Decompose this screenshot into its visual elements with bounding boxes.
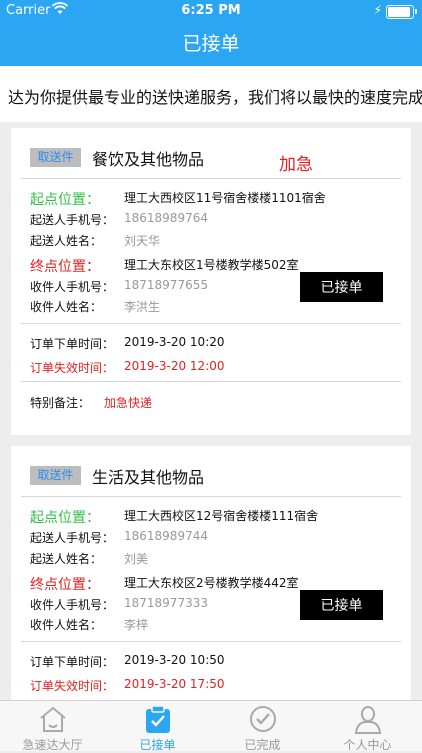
order-time: 2019-3-20 10:50	[124, 653, 225, 667]
remark-text: 加急快递	[104, 396, 153, 410]
clipboard-icon	[146, 705, 170, 733]
tab-profile[interactable]: 个人中心	[315, 701, 420, 752]
receiver-name: 李洪生	[124, 300, 161, 314]
order-card: 取送件 生活及其他物品 起点位置： 理工大西校区12号宿舍楼楼111宿舍 起送人…	[11, 446, 411, 700]
order-card: 取送件 餐饮及其他物品 加急 起点位置： 理工大西校区11号宿舍楼楼1101宿舍…	[11, 128, 411, 435]
order-time: 2019-3-20 10:20	[124, 335, 225, 349]
sender-phone: 18618989744	[124, 529, 208, 543]
receiver-name-row: 收件人姓名： 李梓	[30, 618, 149, 632]
charging-icon: ⚡	[373, 3, 382, 17]
receiver-name: 李梓	[124, 618, 149, 632]
sender-phone: 18618989764	[124, 211, 208, 225]
end-location-row: 终点位置： 理工大东校区2号楼教学楼442室	[30, 576, 299, 593]
tab-hall[interactable]: 急速达大厅	[0, 701, 105, 752]
sender-name-row: 起送人姓名： 刘美	[30, 552, 149, 566]
order-category: 生活及其他物品	[92, 468, 205, 487]
order-type-tag: 取送件	[30, 148, 81, 167]
receiver-phone: 18718977333	[124, 596, 208, 610]
order-category: 餐饮及其他物品	[92, 150, 205, 169]
sender-phone-row: 起送人手机号： 18618989744	[30, 529, 208, 545]
receiver-phone-row: 收件人手机号： 18718977655	[30, 278, 208, 294]
sender-name: 刘天华	[124, 234, 161, 248]
start-location-row: 起点位置： 理工大西校区11号宿舍楼楼1101宿舍	[30, 191, 326, 208]
announcement-banner: 达为你提供最专业的送快递服务，我们将以最快的速度完成	[0, 66, 422, 122]
check-circle-icon	[250, 706, 276, 732]
tab-completed[interactable]: 已完成	[210, 701, 315, 752]
divider	[21, 381, 401, 382]
expire-time: 2019-3-20 17:50	[124, 677, 225, 691]
announcement-text: 达为你提供最专业的送快递服务，我们将以最快的速度完成	[8, 88, 422, 107]
expire-time-row: 订单失效时间： 2019-3-20 17:50	[30, 677, 225, 693]
urgent-badge: 加急	[279, 155, 313, 175]
expire-time: 2019-3-20 12:00	[124, 359, 225, 373]
sender-name: 刘美	[124, 552, 149, 566]
battery-icon	[386, 5, 417, 19]
tab-accepted[interactable]: 已接单	[105, 701, 210, 752]
accepted-button[interactable]: 已接单	[300, 590, 383, 620]
tab-bar: 急速达大厅 已接单 已完成 个人中心	[0, 700, 422, 752]
start-location-row: 起点位置： 理工大西校区12号宿舍楼楼111宿舍	[30, 509, 319, 526]
page-title: 已接单	[0, 22, 422, 66]
expire-time-row: 订单失效时间： 2019-3-20 12:00	[30, 359, 225, 375]
receiver-name-row: 收件人姓名： 李洪生	[30, 300, 161, 314]
person-icon	[354, 706, 382, 734]
accepted-button[interactable]: 已接单	[300, 272, 383, 302]
clock: 6:25 PM	[181, 3, 241, 18]
sender-phone-row: 起送人手机号： 18618989764	[30, 211, 208, 227]
order-type-tag: 取送件	[30, 466, 81, 485]
status-bar: Carrier 6:25 PM ⚡	[0, 0, 422, 22]
receiver-phone-row: 收件人手机号： 18718977333	[30, 596, 208, 612]
order-time-row: 订单下单时间： 2019-3-20 10:20	[30, 335, 225, 351]
order-card-header: 取送件 餐饮及其他物品 加急	[21, 128, 401, 179]
end-location-row: 终点位置： 理工大东校区1号楼教学楼502室	[30, 258, 299, 275]
sender-name-row: 起送人姓名： 刘天华	[30, 234, 161, 248]
order-time-row: 订单下单时间： 2019-3-20 10:50	[30, 653, 225, 669]
divider	[21, 323, 401, 324]
order-card-header: 取送件 生活及其他物品	[21, 446, 401, 497]
remark-row: 特别备注： 加急快递	[30, 396, 153, 410]
divider	[21, 641, 401, 642]
house-icon	[40, 706, 66, 732]
receiver-phone: 18718977655	[124, 278, 208, 292]
